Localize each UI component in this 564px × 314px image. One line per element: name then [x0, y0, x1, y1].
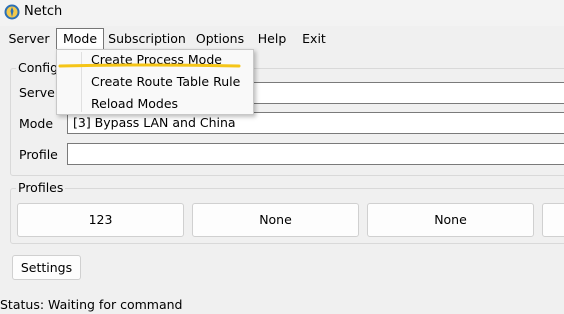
status-bar: Status: Waiting for command	[0, 297, 183, 312]
profile-button-4[interactable]	[542, 203, 564, 237]
config-group-label: Config	[16, 60, 61, 75]
menu-subscription[interactable]: Subscription	[107, 28, 187, 50]
profile-input[interactable]	[67, 143, 564, 165]
menu-help[interactable]: Help	[253, 28, 291, 50]
netch-window: Netch Server Mode Subscription Options H…	[0, 0, 564, 314]
settings-button[interactable]: Settings	[12, 255, 81, 280]
mode-select[interactable]: [3] Bypass LAN and China	[67, 112, 564, 134]
menu-mode[interactable]: Mode	[56, 28, 104, 50]
menu-options[interactable]: Options	[192, 28, 248, 50]
menu-item-create-route-table-rule[interactable]: Create Route Table Rule	[91, 72, 240, 92]
menu-exit[interactable]: Exit	[297, 28, 331, 50]
profile-button-2[interactable]: None	[192, 203, 359, 237]
title-bar: Netch	[0, 0, 564, 26]
highlight-underline	[58, 63, 241, 68]
profile-button-1[interactable]: 123	[17, 203, 184, 237]
menu-item-reload-modes[interactable]: Reload Modes	[91, 94, 178, 114]
window-title: Netch	[24, 4, 63, 19]
netch-app-icon	[4, 4, 20, 20]
menu-bar: Server Mode Subscription Options Help Ex…	[0, 28, 564, 50]
profile-button-3[interactable]: None	[367, 203, 534, 237]
profile-label: Profile	[19, 147, 58, 162]
menu-server[interactable]: Server	[6, 28, 52, 50]
mode-dropdown-menu: Create Process Mode Create Route Table R…	[56, 49, 254, 115]
server-label: Server	[19, 85, 60, 100]
menu-gutter-divider	[81, 52, 82, 112]
mode-label: Mode	[19, 116, 54, 131]
profiles-group-label: Profiles	[16, 180, 66, 195]
